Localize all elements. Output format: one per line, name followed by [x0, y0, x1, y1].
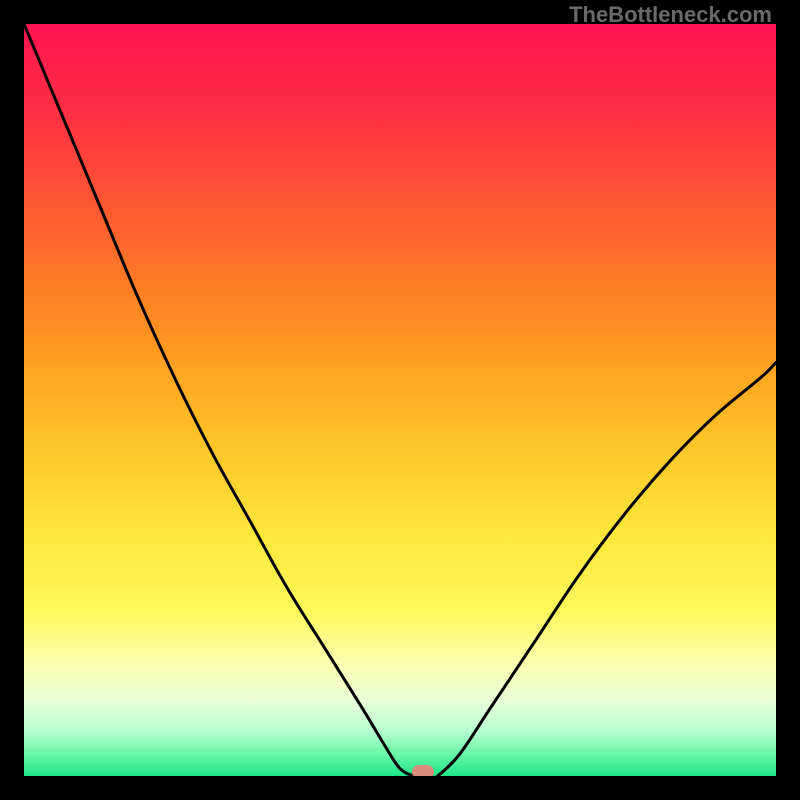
chart-frame: TheBottleneck.com [0, 0, 800, 800]
watermark-text: TheBottleneck.com [569, 2, 772, 28]
curve-layer [24, 24, 776, 776]
bottleneck-curve [24, 24, 776, 776]
optimal-point-marker [412, 765, 434, 776]
plot-area [24, 24, 776, 776]
